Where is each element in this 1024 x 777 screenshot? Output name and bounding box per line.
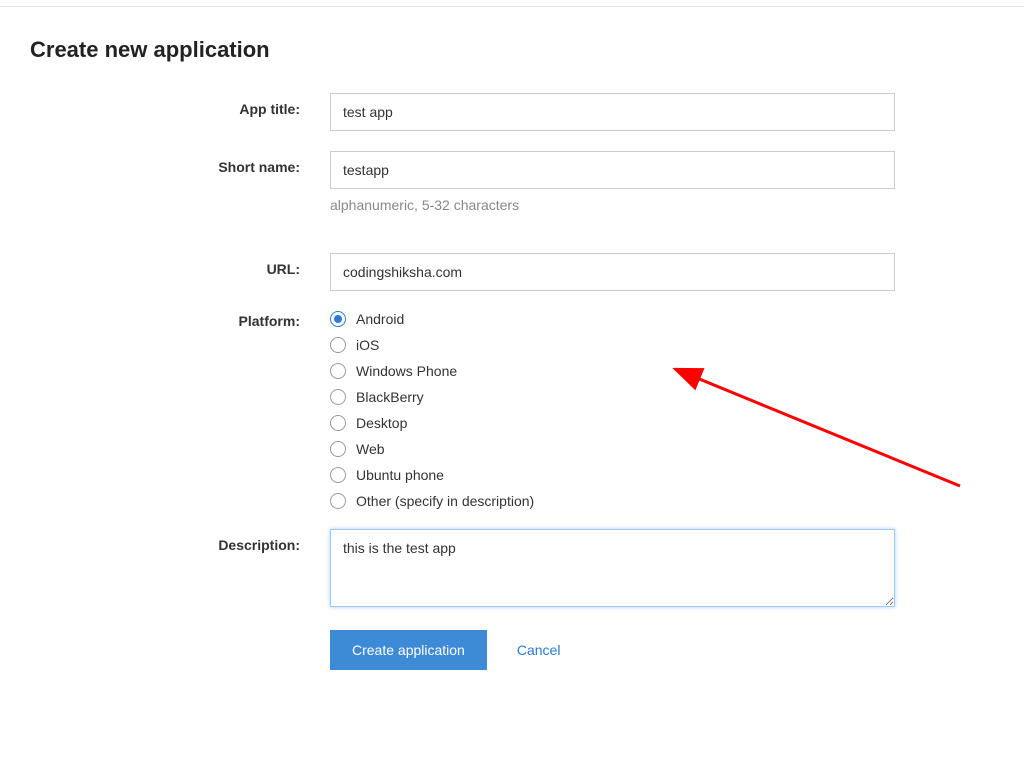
radio-icon xyxy=(330,311,346,327)
platform-radio-android[interactable]: Android xyxy=(330,311,925,327)
platform-radio-label: iOS xyxy=(356,337,379,353)
radio-icon xyxy=(330,363,346,379)
platform-radio-blackberry[interactable]: BlackBerry xyxy=(330,389,925,405)
radio-icon xyxy=(330,415,346,431)
platform-radio-label: Web xyxy=(356,441,385,457)
platform-radio-web[interactable]: Web xyxy=(330,441,925,457)
radio-icon xyxy=(330,337,346,353)
page-title: Create new application xyxy=(30,37,994,63)
url-input[interactable] xyxy=(330,253,895,291)
platform-radio-label: Other (specify in description) xyxy=(356,493,534,509)
platform-radio-label: BlackBerry xyxy=(356,389,424,405)
platform-radio-label: Windows Phone xyxy=(356,363,457,379)
description-textarea[interactable] xyxy=(330,529,895,607)
app-title-input[interactable] xyxy=(330,93,895,131)
app-title-label: App title: xyxy=(30,93,330,117)
short-name-hint: alphanumeric, 5-32 characters xyxy=(330,197,925,213)
description-label: Description: xyxy=(30,529,330,553)
radio-icon xyxy=(330,493,346,509)
radio-icon xyxy=(330,389,346,405)
url-label: URL: xyxy=(30,253,330,277)
radio-icon xyxy=(330,467,346,483)
platform-radio-label: Android xyxy=(356,311,404,327)
cancel-link[interactable]: Cancel xyxy=(517,642,561,658)
platform-radio-ios[interactable]: iOS xyxy=(330,337,925,353)
platform-label: Platform: xyxy=(30,311,330,329)
create-application-button[interactable]: Create application xyxy=(330,630,487,670)
short-name-input[interactable] xyxy=(330,151,895,189)
platform-radio-windows-phone[interactable]: Windows Phone xyxy=(330,363,925,379)
platform-radio-ubuntu-phone[interactable]: Ubuntu phone xyxy=(330,467,925,483)
radio-icon xyxy=(330,441,346,457)
platform-radio-label: Ubuntu phone xyxy=(356,467,444,483)
short-name-label: Short name: xyxy=(30,151,330,175)
platform-radio-label: Desktop xyxy=(356,415,407,431)
platform-radio-desktop[interactable]: Desktop xyxy=(330,415,925,431)
platform-radio-other-specify-in-description[interactable]: Other (specify in description) xyxy=(330,493,925,509)
